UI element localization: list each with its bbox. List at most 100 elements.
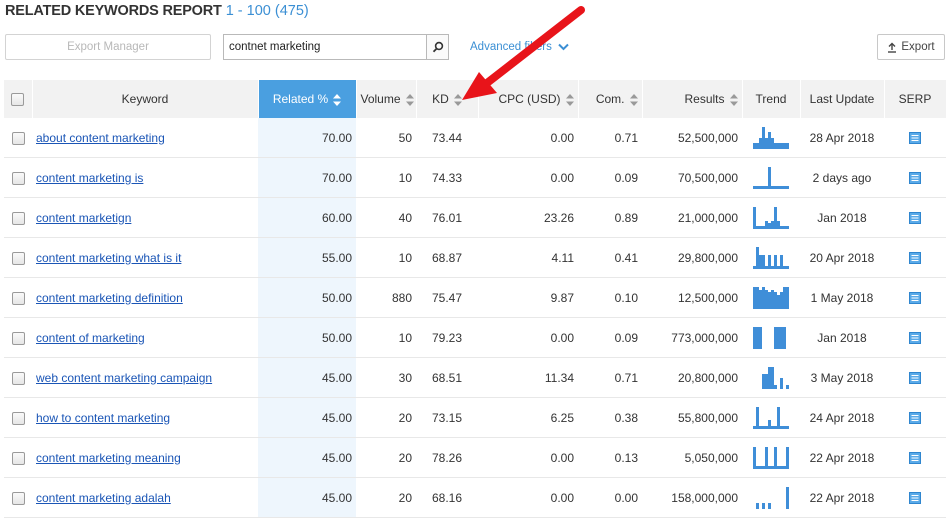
serp-icon[interactable] [909,372,921,385]
trend-bar [786,286,789,309]
cpc-value: 11.34 [478,357,578,398]
trend-sparkline [753,246,789,269]
report-range[interactable]: 1 - 100 (475) [226,3,309,19]
trend-bar [780,142,783,149]
last-update-value: 1 May 2018 [800,277,884,318]
trend-bar [780,465,783,469]
serp-icon[interactable] [909,452,921,465]
keyword-link[interactable]: content marketing meaning [36,451,181,465]
keyword-link[interactable]: web content marketing campaign [36,371,212,385]
row-checkbox[interactable] [11,411,25,425]
column-header-kd[interactable]: KD [416,80,479,118]
search-button[interactable] [427,34,449,60]
results-value: 52,500,000 [642,118,742,158]
trend-sparkline [753,126,789,149]
trend-bar [765,137,768,149]
column-header-keyword[interactable]: Keyword [32,80,259,118]
column-header-competition[interactable]: Com. [578,80,643,118]
column-label: SERP [898,92,932,106]
keyword-cell: content marketing definition [32,277,258,318]
related-percent: 45.00 [258,437,356,478]
advanced-filters-label: Advanced filters [470,41,552,53]
export-manager-button[interactable]: Export Manager [5,34,211,60]
trend-bar [777,294,780,309]
trend-bar [759,137,762,149]
trend-bar [765,185,768,189]
keyword-link[interactable]: content marketing what is it [36,251,181,265]
results-value: 70,500,000 [642,157,742,198]
table-row: how to content marketing 45.00 20 73.15 6.25… [4,397,946,438]
row-checkbox[interactable] [11,131,25,145]
trend-bar [765,373,768,389]
row-checkbox[interactable] [11,491,25,505]
row-checkbox[interactable] [11,171,25,185]
trend-bar [753,142,756,149]
serp-icon[interactable] [909,292,921,305]
column-label: Related % [272,92,329,106]
table-row: content marketing what is it 55.00 10 68.87… [4,237,946,278]
row-checkbox[interactable] [11,291,25,305]
table-row: content marketing definition 50.00 880 75.4… [4,277,946,318]
competition-value: 0.09 [578,157,642,198]
serp-icon[interactable] [909,492,921,505]
keyword-link[interactable]: how to content marketing [36,411,170,425]
related-percent: 70.00 [258,118,356,158]
column-header-results[interactable]: Results [642,80,743,118]
keyword-cell: how to content marketing [32,397,258,438]
export-button[interactable]: Export [877,34,945,60]
row-checkbox[interactable] [11,371,25,385]
related-percent: 45.00 [258,477,356,518]
volume-value: 20 [356,397,416,438]
keyword-link[interactable]: content of marketing [36,331,145,345]
serp-icon[interactable] [909,332,921,345]
competition-value: 0.71 [578,357,642,398]
trend-cell [742,197,800,238]
keyword-link[interactable]: content marketing is [36,171,143,185]
row-checkbox[interactable] [11,211,25,225]
trend-bar [786,225,789,229]
table-row: content marketing is 70.00 10 74.33 0.00 0.09… [4,157,946,198]
row-select-cell [4,437,32,478]
row-checkbox[interactable] [11,331,25,345]
keyword-cell: content marketing what is it [32,237,258,278]
column-header-cpc[interactable]: CPC (USD) [478,80,579,118]
keyword-link[interactable]: about content marketing [36,131,165,145]
serp-cell [884,437,946,478]
volume-value: 880 [356,277,416,318]
row-select-cell [4,157,32,198]
volume-value: 10 [356,317,416,358]
serp-icon[interactable] [909,212,921,225]
column-label: Volume [360,92,401,106]
keyword-link[interactable]: content marketing definition [36,291,183,305]
serp-icon[interactable] [909,252,921,265]
serp-icon[interactable] [909,132,921,145]
trend-bar [783,326,786,349]
trend-bar [780,185,783,189]
advanced-filters-toggle[interactable]: Advanced filters [470,41,569,53]
last-update-value: 22 Apr 2018 [800,477,884,518]
column-header-volume[interactable]: Volume [356,80,417,118]
serp-icon[interactable] [909,172,921,185]
last-update-value: Jan 2018 [800,317,884,358]
serp-icon[interactable] [909,412,921,425]
trend-bar [768,254,771,269]
trend-bar [771,185,774,189]
select-all-checkbox[interactable] [11,93,25,107]
row-select-cell [4,357,32,398]
row-checkbox[interactable] [11,451,25,465]
keyword-link[interactable]: content marketign [36,211,131,225]
search-input[interactable]: contnet marketing [223,34,427,60]
table-row: web content marketing campaign 45.00 30 68.… [4,357,946,398]
trend-cell [742,157,800,198]
select-all-header [4,80,33,118]
row-checkbox[interactable] [11,251,25,265]
trend-bar [753,206,756,229]
column-header-trend: Trend [742,80,801,118]
trend-bar [786,185,789,189]
trend-bar [783,185,786,189]
column-header-related[interactable]: Related % [258,80,357,118]
keyword-cell: content marketign [32,197,258,238]
sort-icon [565,93,574,106]
results-value: 12,500,000 [642,277,742,318]
keyword-link[interactable]: content marketing adalah [36,491,171,505]
